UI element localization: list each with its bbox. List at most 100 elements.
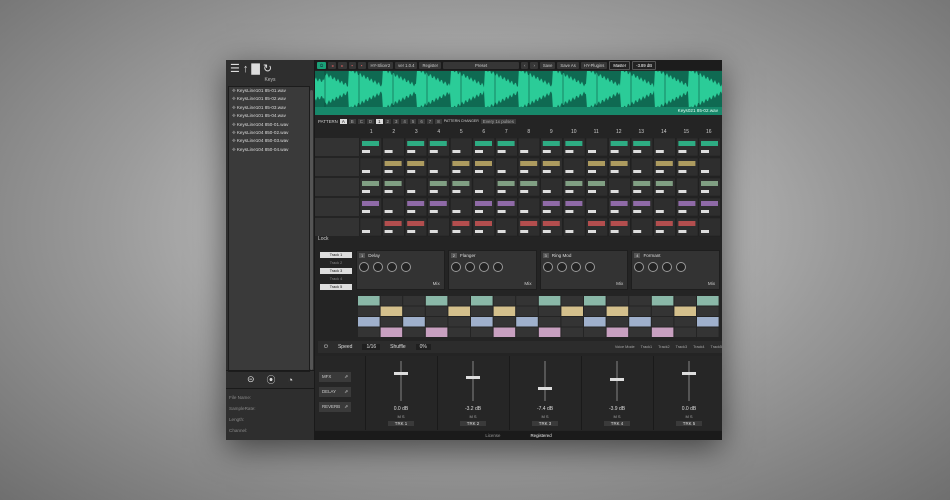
seq-cell[interactable] (584, 327, 606, 338)
voice-mode-label[interactable]: Track4 (693, 345, 704, 349)
step-toggle[interactable] (362, 150, 370, 153)
step-cell[interactable] (631, 157, 654, 177)
track-control[interactable] (315, 178, 359, 196)
save-as-button[interactable]: Save As (557, 61, 579, 69)
step-cell[interactable] (540, 197, 563, 217)
seq-cell[interactable] (403, 327, 425, 338)
step-cell[interactable] (563, 157, 586, 177)
shuffle-value[interactable]: 0% (415, 344, 431, 350)
send-button[interactable]: DELAY ⇗ (319, 387, 351, 397)
seq-cell[interactable] (448, 327, 470, 338)
volume-knob-icon[interactable]: ◔ (288, 375, 293, 385)
step-cell[interactable] (427, 138, 450, 157)
step-toggle[interactable] (542, 170, 551, 173)
loop-icon[interactable]: ⊝ (247, 374, 255, 385)
step-cell[interactable] (404, 157, 427, 177)
effect-knob-icon[interactable] (401, 262, 411, 272)
stop-icon[interactable]: ⦿ (267, 373, 276, 386)
track-button[interactable]: Track 3 (320, 268, 352, 274)
effect-knob-icon[interactable] (464, 262, 475, 272)
effect-name[interactable]: Delay (368, 253, 380, 258)
step-cell[interactable] (495, 217, 518, 237)
step-toggle[interactable] (542, 150, 551, 153)
seq-cell[interactable] (697, 296, 719, 306)
step-toggle[interactable] (520, 170, 529, 173)
effect-knob-icon[interactable] (556, 262, 567, 272)
pattern-bank-button[interactable]: D (366, 118, 375, 124)
seq-cell[interactable] (493, 306, 516, 317)
step-cell[interactable] (698, 177, 721, 197)
step-toggle[interactable] (407, 210, 416, 213)
step-cell[interactable] (676, 177, 699, 197)
step-cell[interactable] (404, 197, 427, 217)
step-toggle[interactable] (633, 150, 642, 153)
pattern-number-button[interactable]: 6 (418, 118, 425, 124)
file-item[interactable]: ✥KeysLine104 850-04.wav (229, 146, 309, 154)
step-toggle[interactable] (407, 230, 416, 233)
step-toggle[interactable] (429, 150, 438, 153)
track-control[interactable] (315, 198, 359, 216)
seq-cell[interactable] (561, 306, 583, 317)
seq-cell[interactable] (493, 296, 516, 306)
step-cell[interactable] (450, 217, 473, 237)
fader-handle[interactable] (682, 372, 696, 376)
step-toggle[interactable] (475, 230, 483, 233)
step-cell[interactable] (585, 157, 608, 177)
step-toggle[interactable] (542, 230, 551, 233)
step-cell[interactable] (472, 177, 495, 197)
step-toggle[interactable] (701, 230, 709, 233)
voice-mode-label[interactable]: Track2 (658, 345, 669, 349)
seq-cell[interactable] (674, 317, 696, 327)
mute-solo-buttons[interactable]: M S (510, 414, 580, 419)
fader-track[interactable] (688, 361, 690, 401)
step-cell[interactable] (517, 138, 540, 157)
pattern-bank-button[interactable]: C (357, 118, 365, 124)
step-cell[interactable] (472, 197, 495, 217)
seq-cell[interactable] (538, 317, 561, 327)
seq-cell[interactable] (358, 306, 380, 317)
step-cell[interactable] (517, 197, 540, 217)
effect-knob-icon[interactable] (634, 262, 645, 272)
effect-knob-icon[interactable] (584, 262, 595, 272)
step-cell[interactable] (608, 177, 631, 197)
pattern-bank-button[interactable]: A (339, 118, 347, 124)
seq-cell[interactable] (380, 327, 403, 338)
step-toggle[interactable] (497, 170, 506, 173)
file-item[interactable]: ✥KeysLine101 85-01.wav (229, 87, 309, 95)
step-cell[interactable] (698, 138, 721, 157)
power-button[interactable]: ⏻ (317, 61, 327, 69)
step-cell[interactable] (563, 177, 586, 197)
step-toggle[interactable] (565, 190, 574, 193)
step-cell[interactable] (631, 138, 654, 157)
step-toggle[interactable] (384, 230, 393, 233)
pattern-number-button[interactable]: 4 (401, 118, 408, 124)
seq-cell[interactable] (516, 296, 538, 306)
step-toggle[interactable] (520, 230, 529, 233)
step-cell[interactable] (382, 217, 405, 237)
preset-selector[interactable]: Preset (443, 61, 520, 69)
step-toggle[interactable] (429, 210, 438, 213)
open-icon[interactable]: ⇗ (344, 404, 348, 410)
step-toggle[interactable] (588, 190, 596, 193)
seq-cell[interactable] (448, 306, 470, 317)
step-cell[interactable] (427, 217, 450, 237)
pattern-number-button[interactable]: 3 (392, 118, 400, 124)
seq-cell[interactable] (448, 317, 470, 327)
step-cell[interactable] (608, 138, 631, 157)
step-cell[interactable] (382, 157, 405, 177)
step-toggle[interactable] (362, 170, 370, 173)
step-toggle[interactable] (452, 230, 461, 233)
step-toggle[interactable] (565, 210, 574, 213)
step-cell[interactable] (653, 197, 676, 217)
step-toggle[interactable] (588, 150, 596, 153)
seq-cell[interactable] (448, 296, 470, 306)
seq-cell[interactable] (403, 296, 425, 306)
seq-cell[interactable] (471, 327, 493, 338)
step-cell[interactable] (563, 138, 586, 157)
step-cell[interactable] (653, 138, 676, 157)
step-toggle[interactable] (588, 170, 596, 173)
step-cell[interactable] (495, 197, 518, 217)
seq-cell[interactable] (606, 296, 629, 306)
seq-cell[interactable] (380, 296, 403, 306)
step-cell[interactable] (698, 157, 721, 177)
